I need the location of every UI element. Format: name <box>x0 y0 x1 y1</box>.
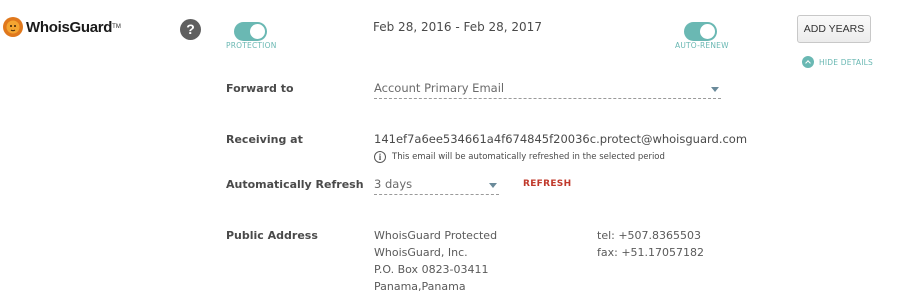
hide-details-label: HIDE DETAILS <box>819 57 873 67</box>
chevron-up-icon <box>802 56 814 68</box>
protection-label: PROTECTION <box>226 41 277 50</box>
auto-refresh-select[interactable]: 3 days <box>374 177 499 195</box>
refresh-info-note: i This email will be automatically refre… <box>374 151 665 163</box>
hide-details-link[interactable]: HIDE DETAILS <box>802 56 873 68</box>
phone-number: tel: +507.8365503 <box>597 229 702 242</box>
brand-trademark: TM <box>112 24 121 30</box>
refresh-button[interactable]: REFRESH <box>523 179 571 189</box>
forward-to-select[interactable]: Account Primary Email <box>374 81 721 99</box>
auto-renew-label: AUTO-RENEW <box>675 41 729 50</box>
refresh-info-text: This email will be automatically refresh… <box>392 152 665 162</box>
whoisguard-logo: WhoisGuard TM <box>2 16 121 38</box>
forward-to-label: Forward to <box>226 82 294 95</box>
auto-refresh-value: 3 days <box>374 177 413 191</box>
info-icon: i <box>374 151 386 163</box>
help-button[interactable]: ? <box>180 19 201 40</box>
chevron-down-icon <box>711 87 719 92</box>
add-years-button[interactable]: ADD YEARS <box>797 15 871 43</box>
address-line: WhoisGuard Protected <box>374 229 498 242</box>
receiving-at-label: Receiving at <box>226 133 303 146</box>
whoisguard-lion-icon <box>3 17 23 37</box>
auto-refresh-label: Automatically Refresh <box>226 178 364 191</box>
brand-name: WhoisGuard <box>26 18 113 36</box>
auto-renew-toggle[interactable] <box>684 22 717 41</box>
toggle-knob <box>250 24 265 39</box>
toggle-knob <box>700 24 715 39</box>
protection-toggle[interactable] <box>234 22 267 41</box>
fax-number: fax: +51.17057182 <box>597 246 705 259</box>
public-address-label: Public Address <box>226 229 318 242</box>
chevron-down-icon <box>489 183 497 188</box>
address-line: P.O. Box 0823-03411 <box>374 263 489 276</box>
subscription-period: Feb 28, 2016 - Feb 28, 2017 <box>373 20 542 34</box>
forward-to-value: Account Primary Email <box>374 81 505 95</box>
address-line: Panama,Panama <box>374 280 466 293</box>
receiving-email: 141ef7a6ee534661a4f674845f20036c.protect… <box>374 132 748 146</box>
address-line: WhoisGuard, Inc. <box>374 246 468 259</box>
